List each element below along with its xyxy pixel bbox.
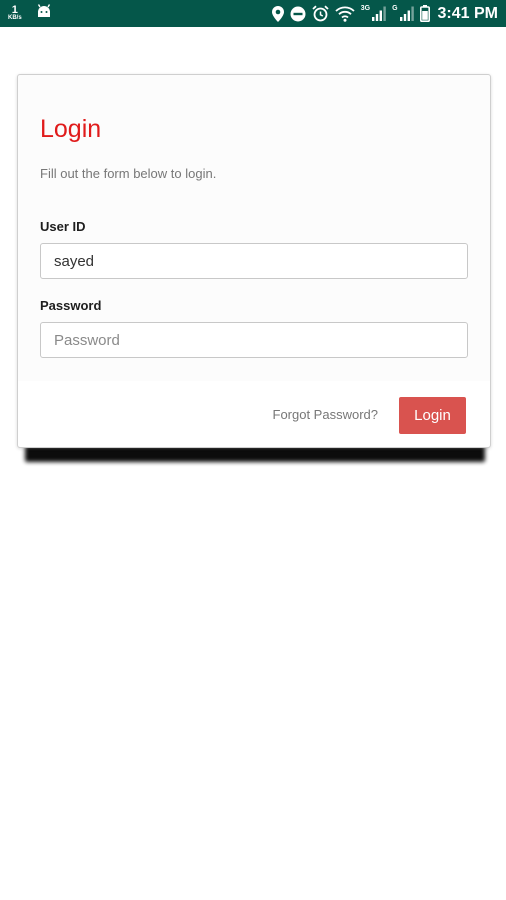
network-speed-value: 1 [11, 3, 18, 16]
dnd-icon [290, 6, 306, 22]
location-icon [271, 5, 284, 22]
network-speed-indicator: 1 KB/s [8, 3, 22, 22]
battery-icon [419, 5, 430, 22]
alarm-icon [312, 5, 329, 22]
status-bar-right: 3G G 3:41 PM [271, 4, 498, 23]
wifi-icon [335, 6, 355, 22]
password-label: Password [40, 298, 102, 313]
user-id-label: User ID [40, 219, 86, 234]
card-footer: Forgot Password? Login [18, 381, 490, 447]
network-speed-unit: KB/s [8, 14, 22, 21]
page-title: Login [40, 115, 102, 143]
forgot-password-link[interactable]: Forgot Password? [273, 407, 379, 422]
status-clock: 3:41 PM [437, 4, 498, 22]
login-card: Login Fill out the form below to login. … [17, 74, 491, 448]
status-bar: 1 KB/s 3G G 3:41 PM [0, 0, 506, 27]
user-id-input[interactable] [40, 243, 468, 279]
network-type-g: G [392, 5, 398, 12]
network-type-3g: 3G [360, 5, 371, 12]
password-input[interactable] [40, 322, 468, 358]
android-icon [36, 4, 52, 23]
login-button[interactable]: Login [399, 397, 466, 434]
status-bar-left: 1 KB/s [8, 4, 52, 23]
signal-icon [372, 6, 386, 21]
signal-icon-2 [399, 6, 414, 21]
form-subtitle: Fill out the form below to login. [40, 166, 217, 181]
card-shadow [25, 446, 485, 462]
